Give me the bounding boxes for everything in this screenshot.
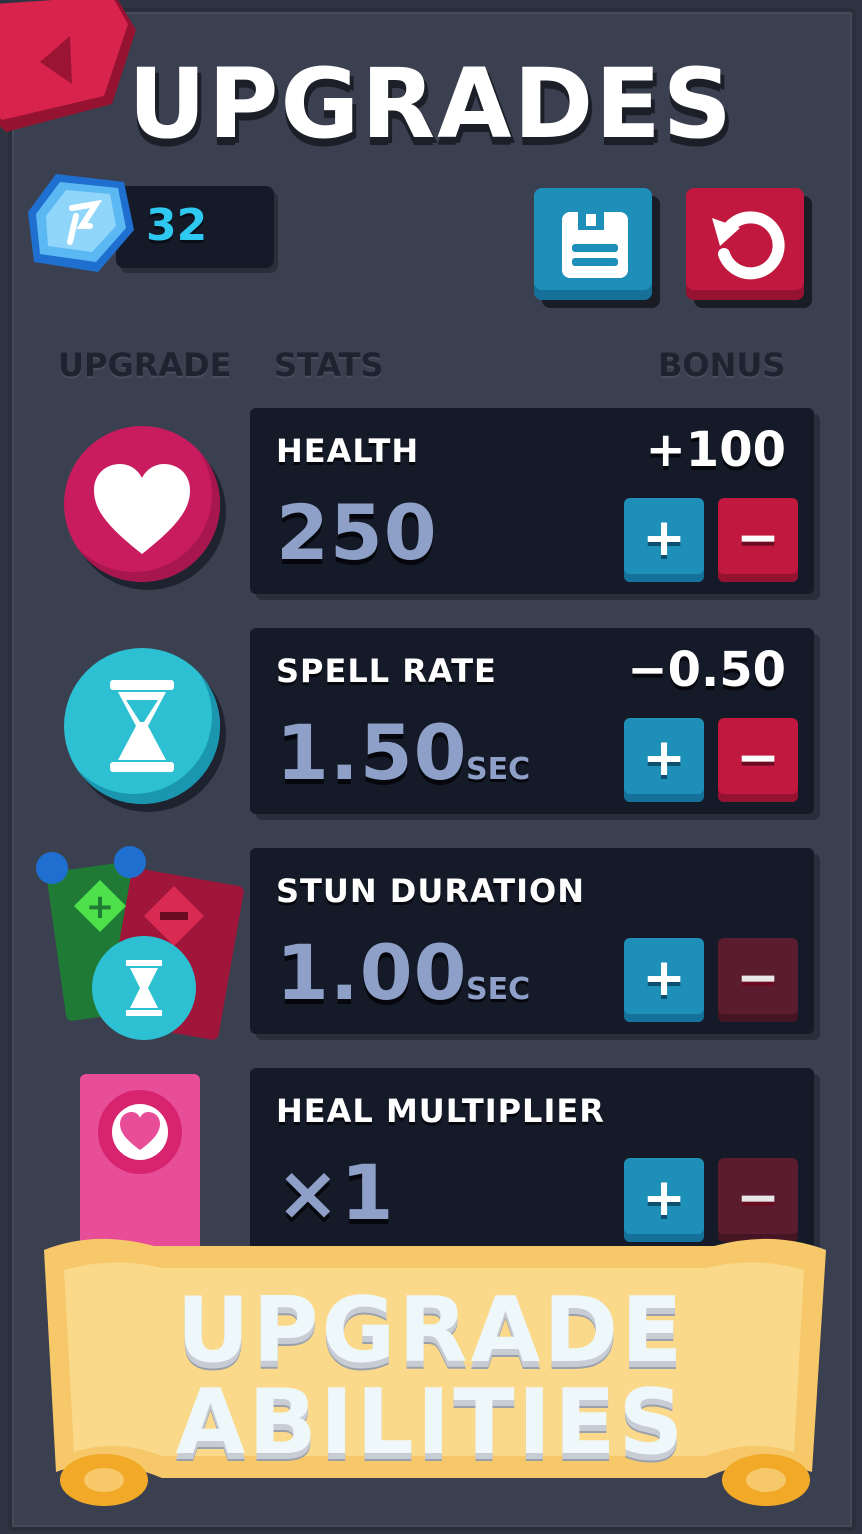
stat-value: ×1 [276, 1148, 395, 1237]
column-header-upgrade: UPGRADE [58, 346, 232, 384]
heart-icon [64, 426, 220, 582]
upgrade-row-stun-duration: STUN DURATION 1.00 SEC + − [250, 848, 814, 1034]
column-header-bonus: BONUS [658, 346, 786, 384]
upgrade-row-health: HEALTH +100 250 + − [250, 408, 814, 594]
gem-count: 32 [146, 200, 208, 251]
stat-unit: SEC [466, 752, 531, 787]
stun-cards-icon: + [34, 846, 244, 1050]
stat-bonus: +100 [645, 422, 786, 478]
stat-name: HEAL MULTIPLIER [276, 1092, 605, 1130]
gem-counter: 32 [26, 172, 274, 276]
stat-name: STUN DURATION [276, 872, 585, 910]
decrease-stun-duration-button[interactable]: − [718, 938, 798, 1022]
stat-name: HEALTH [276, 432, 420, 470]
column-header-stats: STATS [274, 346, 384, 384]
banner-line-2: ABILITIES [175, 1370, 687, 1475]
stat-name: SPELL RATE [276, 652, 497, 690]
hourglass-icon [64, 648, 220, 804]
gem-icon [28, 174, 134, 272]
stat-bonus: −0.50 [627, 642, 786, 698]
stat-value: 1.50 [276, 708, 468, 797]
increase-health-button[interactable]: + [624, 498, 704, 582]
stat-unit: SEC [466, 972, 531, 1007]
increase-spell-rate-button[interactable]: + [624, 718, 704, 802]
banner-line-1: UPGRADE [176, 1278, 686, 1383]
stat-value: 250 [276, 488, 438, 577]
reset-button[interactable] [686, 188, 804, 300]
upgrade-row-spell-rate: SPELL RATE −0.50 1.50 SEC + − [250, 628, 814, 814]
stat-value: 1.00 [276, 928, 468, 1017]
save-button[interactable] [534, 188, 652, 300]
increase-stun-duration-button[interactable]: + [624, 938, 704, 1022]
page-title: UPGRADES [128, 48, 734, 160]
svg-text:+: + [86, 887, 115, 927]
save-disk-icon [562, 212, 628, 278]
decrease-health-button[interactable]: − [718, 498, 798, 582]
decrease-spell-rate-button[interactable]: − [718, 718, 798, 802]
undo-arrow-icon [712, 211, 785, 280]
